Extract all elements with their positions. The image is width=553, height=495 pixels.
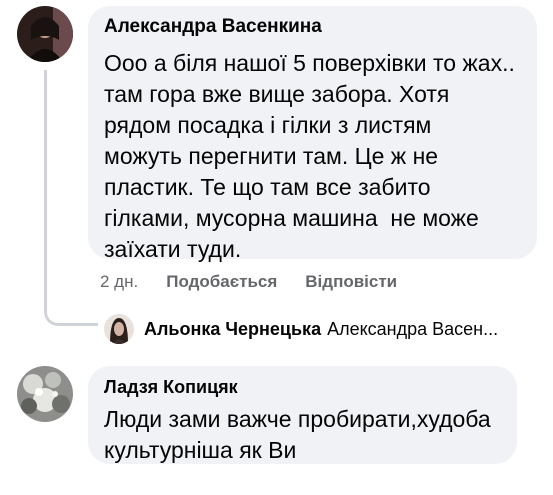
like-button[interactable]: Подобається <box>166 272 277 292</box>
comment-text: Люди зами важче пробирати,худоба культур… <box>104 404 503 466</box>
reply-avatar[interactable] <box>104 314 134 344</box>
comment-text-line: Люди зами важче пробирати,худоба <box>104 406 491 432</box>
comment-author[interactable]: Ладзя Копицяк <box>104 376 503 398</box>
commenter-avatar[interactable] <box>17 6 73 62</box>
comment-text-line: заїхати туди. <box>104 236 242 262</box>
comment-author[interactable]: Александра Васенкина <box>104 16 523 38</box>
collapsed-reply[interactable]: Альонка Чернецька Александра Васен... <box>104 313 498 345</box>
comment-bubble: Александра Васенкина Ооо а біля нашої 5 … <box>88 6 537 262</box>
reply-preview-text[interactable]: Александра Васен... <box>327 319 498 340</box>
reply-button[interactable]: Відповісти <box>305 272 397 292</box>
comment-text-line: рядом посадка і гілки з листям <box>104 112 432 138</box>
commenter-avatar[interactable] <box>17 366 73 422</box>
comment-text-line: Ооо а біля нашої 5 поверхівки то жах.. <box>104 50 515 76</box>
comment-actions: 2 дн. Подобається Відповісти <box>100 268 425 296</box>
comment-timestamp[interactable]: 2 дн. <box>100 272 138 292</box>
comment-text-line: гілками, мусорна машина не може <box>104 205 479 231</box>
comment-text: Ооо а біля нашої 5 поверхівки то жах.. т… <box>104 48 523 265</box>
comment-text-line: пластик. Те що там все забито <box>104 174 431 200</box>
thread-connector <box>44 70 98 326</box>
comment-text-line: можуть перегнити там. Це ж не <box>104 143 439 169</box>
comment-bubble: Ладзя Копицяк Люди зами важче пробирати,… <box>88 366 517 464</box>
reply-author[interactable]: Альонка Чернецька <box>144 319 321 340</box>
comment-text-line: культурніша як Ви <box>104 437 297 463</box>
comment-text-line: там гора вже вище забора. Хотя <box>104 81 450 107</box>
